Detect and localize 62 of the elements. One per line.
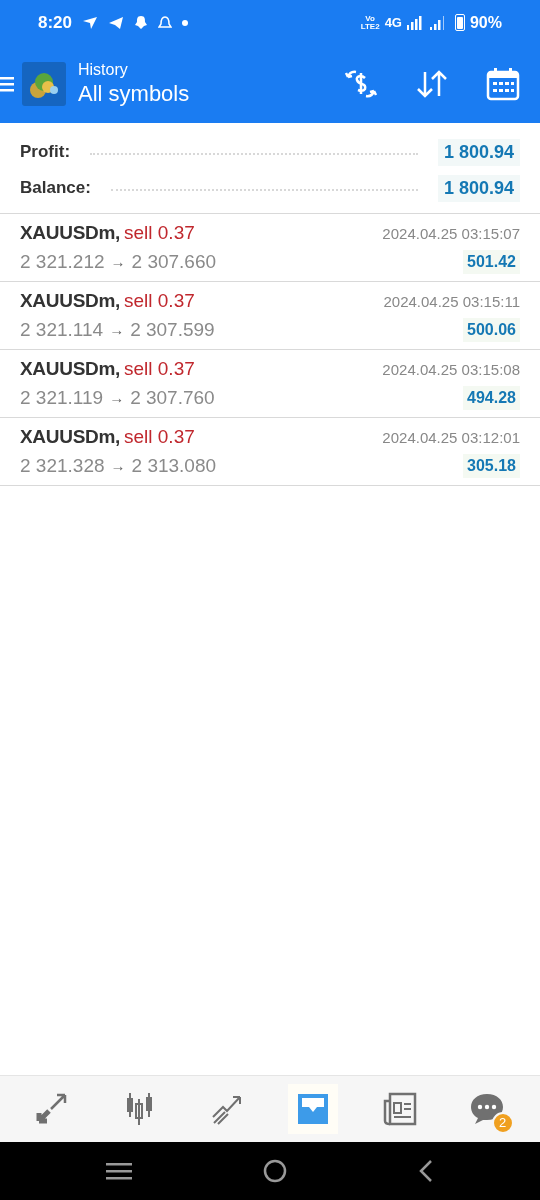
ghost-icon — [134, 15, 149, 30]
deal-profit: 500.06 — [463, 317, 520, 342]
close-price: 2 307.760 — [130, 385, 215, 410]
menu-icon[interactable] — [0, 74, 14, 94]
arrow-sign: → — [110, 455, 126, 476]
summary-label: Profit: — [20, 141, 71, 164]
close-price: 2 307.599 — [130, 317, 215, 342]
deal-row[interactable]: XAUUSDm, sell 0.37 2024.04.25 03:15:11 2 321.114 → 2 307.599 500.06 — [0, 282, 540, 350]
summary-value: 1 800.94 — [437, 138, 520, 166]
deal-type: sell 0.37 — [124, 425, 195, 449]
deal-time: 2024.04.25 03:12:01 — [382, 428, 520, 448]
summary-label: Balance: — [20, 177, 91, 200]
back-icon[interactable] — [418, 1159, 435, 1183]
deal-type: sell 0.37 — [124, 289, 195, 313]
open-price: 2 321.119 — [20, 385, 104, 410]
app-logo-icon — [22, 62, 66, 106]
arrow-sign: → — [109, 319, 125, 340]
deal-profit: 494.28 — [463, 385, 520, 410]
deal-profit: 305.18 — [463, 453, 520, 478]
recent-apps-icon[interactable] — [105, 1161, 132, 1181]
volte-label: Vo — [365, 14, 375, 23]
newspaper-icon — [381, 1091, 418, 1127]
tab-button[interactable] — [288, 1084, 339, 1134]
volte-label: LTE2 — [360, 22, 380, 31]
paper-plane-icon — [108, 15, 125, 30]
calendar-icon[interactable] — [486, 67, 520, 101]
deal-time: 2024.04.25 03:15:11 — [383, 292, 520, 312]
deal-time: 2024.04.25 03:15:08 — [382, 360, 520, 380]
battery-icon — [454, 14, 465, 31]
battery-percentage: 90% — [469, 12, 502, 33]
arrow-sign: → — [110, 251, 126, 272]
deal-row[interactable]: XAUUSDm, sell 0.37 2024.04.25 03:15:07 2 321.212 → 2 307.660 501.42 — [0, 214, 540, 282]
home-icon[interactable] — [263, 1159, 287, 1183]
alarm-icon — [158, 15, 173, 30]
deal-row[interactable]: XAUUSDm, sell 0.37 2024.04.25 03:12:01 2 321.328 → 2 313.080 305.18 — [0, 418, 540, 486]
open-price: 2 321.114 — [20, 317, 104, 342]
chat-bubble-icon — [468, 1091, 505, 1127]
deal-time: 2024.04.25 03:15:07 — [382, 224, 520, 244]
deal-type: sell 0.37 — [124, 221, 195, 245]
symbol-name: XAUUSDm, — [20, 221, 120, 245]
screen-subtitle: History — [78, 60, 129, 80]
deal-type: sell 0.37 — [124, 357, 195, 381]
notification-badge: 2 — [491, 1112, 514, 1134]
signal-icon — [427, 15, 446, 30]
symbol-name: XAUUSDm, — [20, 289, 120, 313]
dot-icon — [182, 19, 189, 26]
screen-title[interactable]: All symbols — [78, 80, 190, 108]
symbol-name: XAUUSDm, — [20, 357, 120, 381]
network-label: 4G — [384, 13, 402, 32]
deal-profit: 501.42 — [463, 249, 520, 274]
symbol-name: XAUUSDm, — [20, 425, 120, 449]
close-price: 2 307.660 — [131, 249, 217, 274]
clock-time: 8:20 — [38, 11, 73, 34]
close-price: 2 313.080 — [131, 453, 217, 478]
send-icon — [82, 15, 99, 30]
sort-icon[interactable] — [416, 70, 448, 98]
signal-icon — [406, 15, 423, 30]
arrow-sign: → — [109, 387, 125, 408]
open-price: 2 321.212 — [20, 249, 105, 274]
open-price: 2 321.328 — [20, 453, 105, 478]
summary-value: 1 800.94 — [437, 174, 520, 202]
deal-row[interactable]: XAUUSDm, sell 0.37 2024.04.25 03:15:08 2 321.119 → 2 307.760 494.28 — [0, 350, 540, 418]
